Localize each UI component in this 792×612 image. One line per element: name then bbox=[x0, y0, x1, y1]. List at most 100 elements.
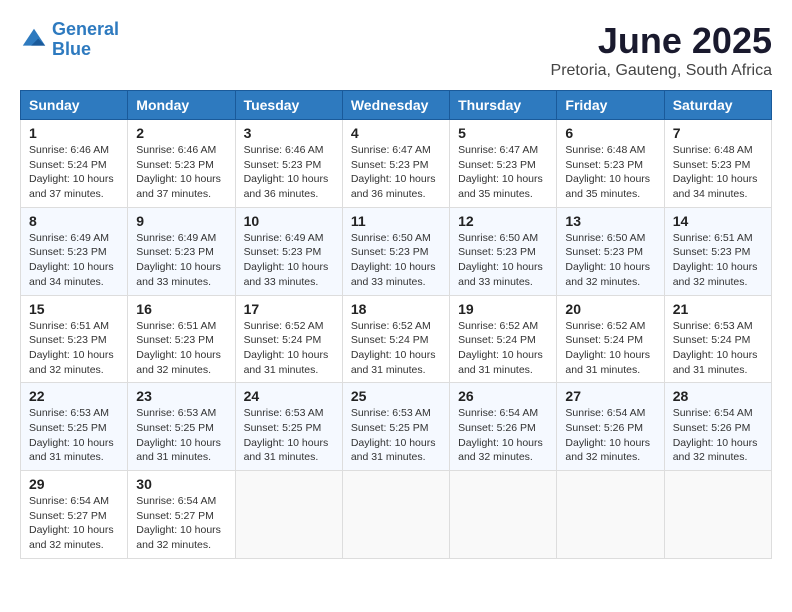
logo-line2: Blue bbox=[52, 39, 91, 59]
calendar-cell: 20 Sunrise: 6:52 AM Sunset: 5:24 PM Dayl… bbox=[557, 295, 664, 383]
day-info: Sunrise: 6:46 AM Sunset: 5:23 PM Dayligh… bbox=[244, 143, 334, 202]
calendar-cell: 3 Sunrise: 6:46 AM Sunset: 5:23 PM Dayli… bbox=[235, 120, 342, 208]
day-number: 13 bbox=[565, 213, 655, 229]
day-info: Sunrise: 6:52 AM Sunset: 5:24 PM Dayligh… bbox=[351, 319, 441, 378]
week-row-4: 29 Sunrise: 6:54 AM Sunset: 5:27 PM Dayl… bbox=[21, 471, 772, 559]
day-number: 6 bbox=[565, 125, 655, 141]
calendar-cell: 19 Sunrise: 6:52 AM Sunset: 5:24 PM Dayl… bbox=[450, 295, 557, 383]
day-number: 23 bbox=[136, 388, 226, 404]
calendar-cell: 6 Sunrise: 6:48 AM Sunset: 5:23 PM Dayli… bbox=[557, 120, 664, 208]
day-number: 26 bbox=[458, 388, 548, 404]
header-tuesday: Tuesday bbox=[235, 91, 342, 120]
header-monday: Monday bbox=[128, 91, 235, 120]
calendar-cell bbox=[450, 471, 557, 559]
day-info: Sunrise: 6:48 AM Sunset: 5:23 PM Dayligh… bbox=[565, 143, 655, 202]
day-info: Sunrise: 6:46 AM Sunset: 5:24 PM Dayligh… bbox=[29, 143, 119, 202]
calendar-cell: 10 Sunrise: 6:49 AM Sunset: 5:23 PM Dayl… bbox=[235, 207, 342, 295]
day-number: 27 bbox=[565, 388, 655, 404]
calendar-table: Sunday Monday Tuesday Wednesday Thursday… bbox=[20, 90, 772, 559]
day-info: Sunrise: 6:50 AM Sunset: 5:23 PM Dayligh… bbox=[458, 231, 548, 290]
calendar-cell: 28 Sunrise: 6:54 AM Sunset: 5:26 PM Dayl… bbox=[664, 383, 771, 471]
week-row-3: 22 Sunrise: 6:53 AM Sunset: 5:25 PM Dayl… bbox=[21, 383, 772, 471]
week-row-0: 1 Sunrise: 6:46 AM Sunset: 5:24 PM Dayli… bbox=[21, 120, 772, 208]
day-info: Sunrise: 6:50 AM Sunset: 5:23 PM Dayligh… bbox=[565, 231, 655, 290]
calendar-cell: 12 Sunrise: 6:50 AM Sunset: 5:23 PM Dayl… bbox=[450, 207, 557, 295]
day-number: 21 bbox=[673, 301, 763, 317]
day-info: Sunrise: 6:51 AM Sunset: 5:23 PM Dayligh… bbox=[29, 319, 119, 378]
calendar-cell: 9 Sunrise: 6:49 AM Sunset: 5:23 PM Dayli… bbox=[128, 207, 235, 295]
day-number: 4 bbox=[351, 125, 441, 141]
day-info: Sunrise: 6:53 AM Sunset: 5:24 PM Dayligh… bbox=[673, 319, 763, 378]
calendar-cell: 13 Sunrise: 6:50 AM Sunset: 5:23 PM Dayl… bbox=[557, 207, 664, 295]
day-info: Sunrise: 6:54 AM Sunset: 5:27 PM Dayligh… bbox=[136, 494, 226, 553]
day-number: 15 bbox=[29, 301, 119, 317]
calendar-cell bbox=[557, 471, 664, 559]
calendar-cell: 16 Sunrise: 6:51 AM Sunset: 5:23 PM Dayl… bbox=[128, 295, 235, 383]
day-number: 16 bbox=[136, 301, 226, 317]
calendar-cell: 18 Sunrise: 6:52 AM Sunset: 5:24 PM Dayl… bbox=[342, 295, 449, 383]
header-saturday: Saturday bbox=[664, 91, 771, 120]
calendar-cell: 11 Sunrise: 6:50 AM Sunset: 5:23 PM Dayl… bbox=[342, 207, 449, 295]
day-info: Sunrise: 6:54 AM Sunset: 5:26 PM Dayligh… bbox=[565, 406, 655, 465]
day-info: Sunrise: 6:54 AM Sunset: 5:26 PM Dayligh… bbox=[673, 406, 763, 465]
week-row-2: 15 Sunrise: 6:51 AM Sunset: 5:23 PM Dayl… bbox=[21, 295, 772, 383]
header-friday: Friday bbox=[557, 91, 664, 120]
day-info: Sunrise: 6:53 AM Sunset: 5:25 PM Dayligh… bbox=[351, 406, 441, 465]
day-number: 28 bbox=[673, 388, 763, 404]
day-info: Sunrise: 6:51 AM Sunset: 5:23 PM Dayligh… bbox=[673, 231, 763, 290]
day-info: Sunrise: 6:49 AM Sunset: 5:23 PM Dayligh… bbox=[136, 231, 226, 290]
logo: General Blue bbox=[20, 20, 119, 60]
calendar-cell: 17 Sunrise: 6:52 AM Sunset: 5:24 PM Dayl… bbox=[235, 295, 342, 383]
calendar-cell: 23 Sunrise: 6:53 AM Sunset: 5:25 PM Dayl… bbox=[128, 383, 235, 471]
header-thursday: Thursday bbox=[450, 91, 557, 120]
day-info: Sunrise: 6:48 AM Sunset: 5:23 PM Dayligh… bbox=[673, 143, 763, 202]
day-number: 20 bbox=[565, 301, 655, 317]
day-info: Sunrise: 6:52 AM Sunset: 5:24 PM Dayligh… bbox=[565, 319, 655, 378]
week-row-1: 8 Sunrise: 6:49 AM Sunset: 5:23 PM Dayli… bbox=[21, 207, 772, 295]
header-wednesday: Wednesday bbox=[342, 91, 449, 120]
calendar-cell: 4 Sunrise: 6:47 AM Sunset: 5:23 PM Dayli… bbox=[342, 120, 449, 208]
day-number: 9 bbox=[136, 213, 226, 229]
day-number: 7 bbox=[673, 125, 763, 141]
calendar-cell: 21 Sunrise: 6:53 AM Sunset: 5:24 PM Dayl… bbox=[664, 295, 771, 383]
calendar-cell bbox=[235, 471, 342, 559]
month-title: June 2025 bbox=[551, 20, 772, 62]
day-number: 5 bbox=[458, 125, 548, 141]
calendar-cell bbox=[664, 471, 771, 559]
day-info: Sunrise: 6:47 AM Sunset: 5:23 PM Dayligh… bbox=[458, 143, 548, 202]
day-number: 12 bbox=[458, 213, 548, 229]
day-info: Sunrise: 6:52 AM Sunset: 5:24 PM Dayligh… bbox=[458, 319, 548, 378]
calendar-cell: 22 Sunrise: 6:53 AM Sunset: 5:25 PM Dayl… bbox=[21, 383, 128, 471]
day-info: Sunrise: 6:54 AM Sunset: 5:26 PM Dayligh… bbox=[458, 406, 548, 465]
day-number: 19 bbox=[458, 301, 548, 317]
day-number: 18 bbox=[351, 301, 441, 317]
day-number: 25 bbox=[351, 388, 441, 404]
day-number: 2 bbox=[136, 125, 226, 141]
calendar-cell: 30 Sunrise: 6:54 AM Sunset: 5:27 PM Dayl… bbox=[128, 471, 235, 559]
day-info: Sunrise: 6:52 AM Sunset: 5:24 PM Dayligh… bbox=[244, 319, 334, 378]
day-number: 11 bbox=[351, 213, 441, 229]
header: General Blue June 2025 Pretoria, Gauteng… bbox=[20, 20, 772, 80]
day-number: 30 bbox=[136, 476, 226, 492]
calendar-cell: 29 Sunrise: 6:54 AM Sunset: 5:27 PM Dayl… bbox=[21, 471, 128, 559]
calendar-cell: 24 Sunrise: 6:53 AM Sunset: 5:25 PM Dayl… bbox=[235, 383, 342, 471]
day-number: 1 bbox=[29, 125, 119, 141]
calendar-cell: 5 Sunrise: 6:47 AM Sunset: 5:23 PM Dayli… bbox=[450, 120, 557, 208]
day-info: Sunrise: 6:50 AM Sunset: 5:23 PM Dayligh… bbox=[351, 231, 441, 290]
day-info: Sunrise: 6:49 AM Sunset: 5:23 PM Dayligh… bbox=[29, 231, 119, 290]
day-number: 8 bbox=[29, 213, 119, 229]
calendar-cell: 2 Sunrise: 6:46 AM Sunset: 5:23 PM Dayli… bbox=[128, 120, 235, 208]
day-number: 17 bbox=[244, 301, 334, 317]
day-info: Sunrise: 6:47 AM Sunset: 5:23 PM Dayligh… bbox=[351, 143, 441, 202]
day-info: Sunrise: 6:49 AM Sunset: 5:23 PM Dayligh… bbox=[244, 231, 334, 290]
calendar-cell: 7 Sunrise: 6:48 AM Sunset: 5:23 PM Dayli… bbox=[664, 120, 771, 208]
location-title: Pretoria, Gauteng, South Africa bbox=[551, 62, 772, 80]
logo-text: General Blue bbox=[52, 20, 119, 60]
logo-line1: General bbox=[52, 19, 119, 39]
calendar-cell: 27 Sunrise: 6:54 AM Sunset: 5:26 PM Dayl… bbox=[557, 383, 664, 471]
day-number: 10 bbox=[244, 213, 334, 229]
header-sunday: Sunday bbox=[21, 91, 128, 120]
day-number: 22 bbox=[29, 388, 119, 404]
day-number: 24 bbox=[244, 388, 334, 404]
calendar-cell: 8 Sunrise: 6:49 AM Sunset: 5:23 PM Dayli… bbox=[21, 207, 128, 295]
